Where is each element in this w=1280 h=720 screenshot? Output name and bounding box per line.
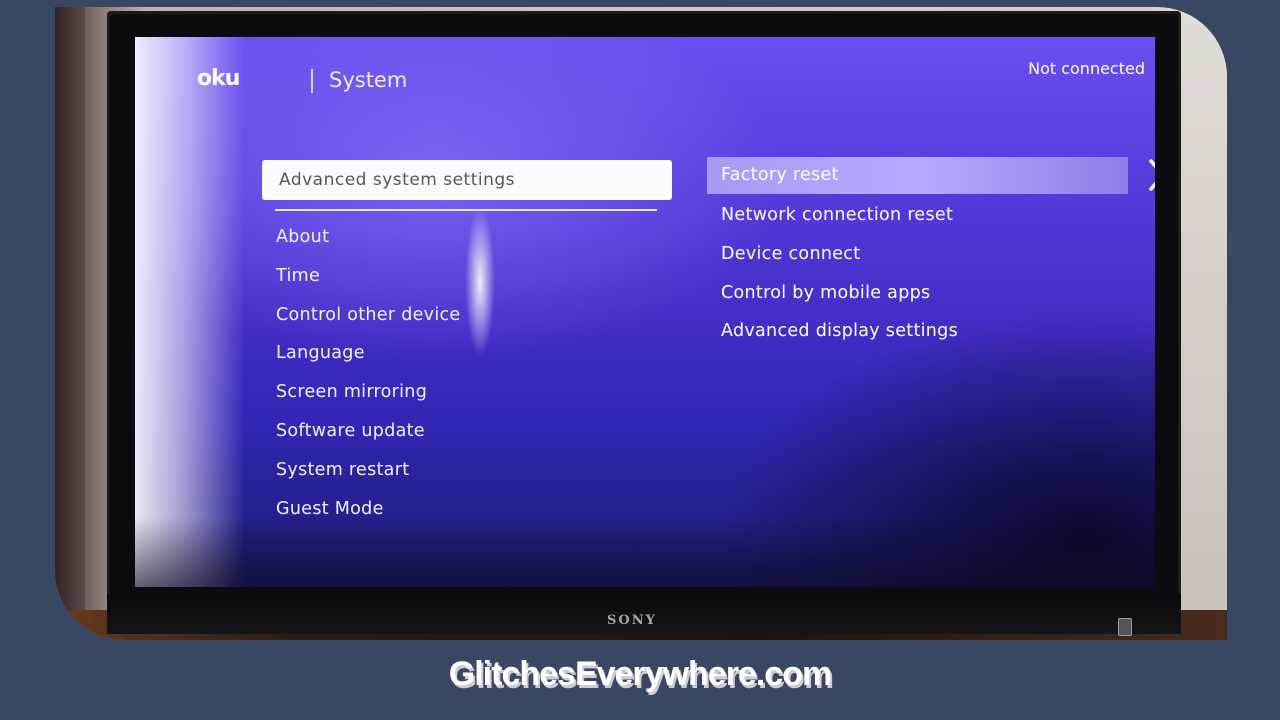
menu-divider <box>275 209 657 211</box>
submenu-item-control-by-mobile-apps[interactable]: Control by mobile apps <box>721 283 958 322</box>
menu-item-language[interactable]: Language <box>276 343 461 382</box>
menu-item-time[interactable]: Time <box>276 266 461 305</box>
header-separator <box>311 69 313 93</box>
submenu-item-network-connection-reset[interactable]: Network connection reset <box>721 205 958 244</box>
menu-item-advanced-system-settings[interactable]: Advanced system settings <box>262 160 672 200</box>
light-glare <box>135 37 245 587</box>
wall-left <box>55 7 85 640</box>
roku-logo: oku <box>197 66 240 91</box>
light-reflection <box>465 207 495 357</box>
menu-item-guest-mode[interactable]: Guest Mode <box>276 499 461 538</box>
tv-screen: oku System Not connected Advanced system… <box>135 37 1155 587</box>
menu-item-control-other-device[interactable]: Control other device <box>276 305 461 344</box>
menu-item-screen-mirroring[interactable]: Screen mirroring <box>276 382 461 421</box>
submenu-item-device-connect[interactable]: Device connect <box>721 244 958 283</box>
menu-item-system-restart[interactable]: System restart <box>276 460 461 499</box>
menu-item-about[interactable]: About <box>276 227 461 266</box>
tv-badge-icon <box>1118 618 1132 636</box>
submenu-item-factory-reset[interactable]: Factory reset <box>707 157 1128 194</box>
connection-status: Not connected <box>1028 59 1145 78</box>
advanced-settings-submenu: Network connection reset Device connect … <box>721 205 958 360</box>
menu-item-software-update[interactable]: Software update <box>276 421 461 460</box>
watermark: GlitchesEverywhere.com <box>448 655 832 693</box>
tv-photo: SONY oku System Not connected Advanced s… <box>55 7 1227 640</box>
page-title: System <box>329 68 408 92</box>
chevron-right-icon[interactable] <box>1147 158 1155 192</box>
system-menu: About Time Control other device Language… <box>276 227 461 537</box>
submenu-item-advanced-display-settings[interactable]: Advanced display settings <box>721 321 958 360</box>
tv-brand-label: SONY <box>607 613 657 628</box>
